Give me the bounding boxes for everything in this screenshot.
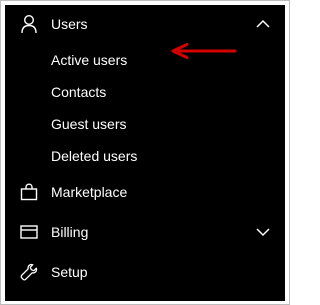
chevron-down-icon[interactable] [255,224,271,240]
sidebar-item-contacts[interactable]: Contacts [5,77,285,107]
sidebar-item-label: Guest users [51,116,127,132]
nav-item-billing[interactable]: Billing [5,217,285,247]
nav-item-setup[interactable]: Setup [5,257,285,287]
sidebar-item-deleted-users[interactable]: Deleted users [5,141,285,171]
person-icon [19,14,39,34]
nav-item-users-label: Users [51,16,88,32]
sidebar-item-guest-users[interactable]: Guest users [5,109,285,139]
nav-item-marketplace[interactable]: Marketplace [5,177,285,207]
chevron-up-icon[interactable] [255,16,271,32]
navigation-menu: Users Active users Contacts Guest users … [5,5,285,301]
nav-item-billing-label: Billing [51,224,89,240]
sidebar-item-label: Active users [51,52,128,68]
sidebar-item-label: Contacts [51,84,107,100]
screenshot-frame: Users Active users Contacts Guest users … [0,0,290,305]
annotation-arrow-icon [171,43,237,59]
shopping-bag-icon [19,182,39,202]
nav-item-users[interactable]: Users [5,9,285,39]
sidebar-item-label: Deleted users [51,148,138,164]
credit-card-icon [19,222,39,242]
nav-item-setup-label: Setup [51,264,88,280]
sidebar-item-active-users[interactable]: Active users [5,45,285,75]
wrench-icon [19,262,39,282]
nav-item-marketplace-label: Marketplace [51,184,128,200]
